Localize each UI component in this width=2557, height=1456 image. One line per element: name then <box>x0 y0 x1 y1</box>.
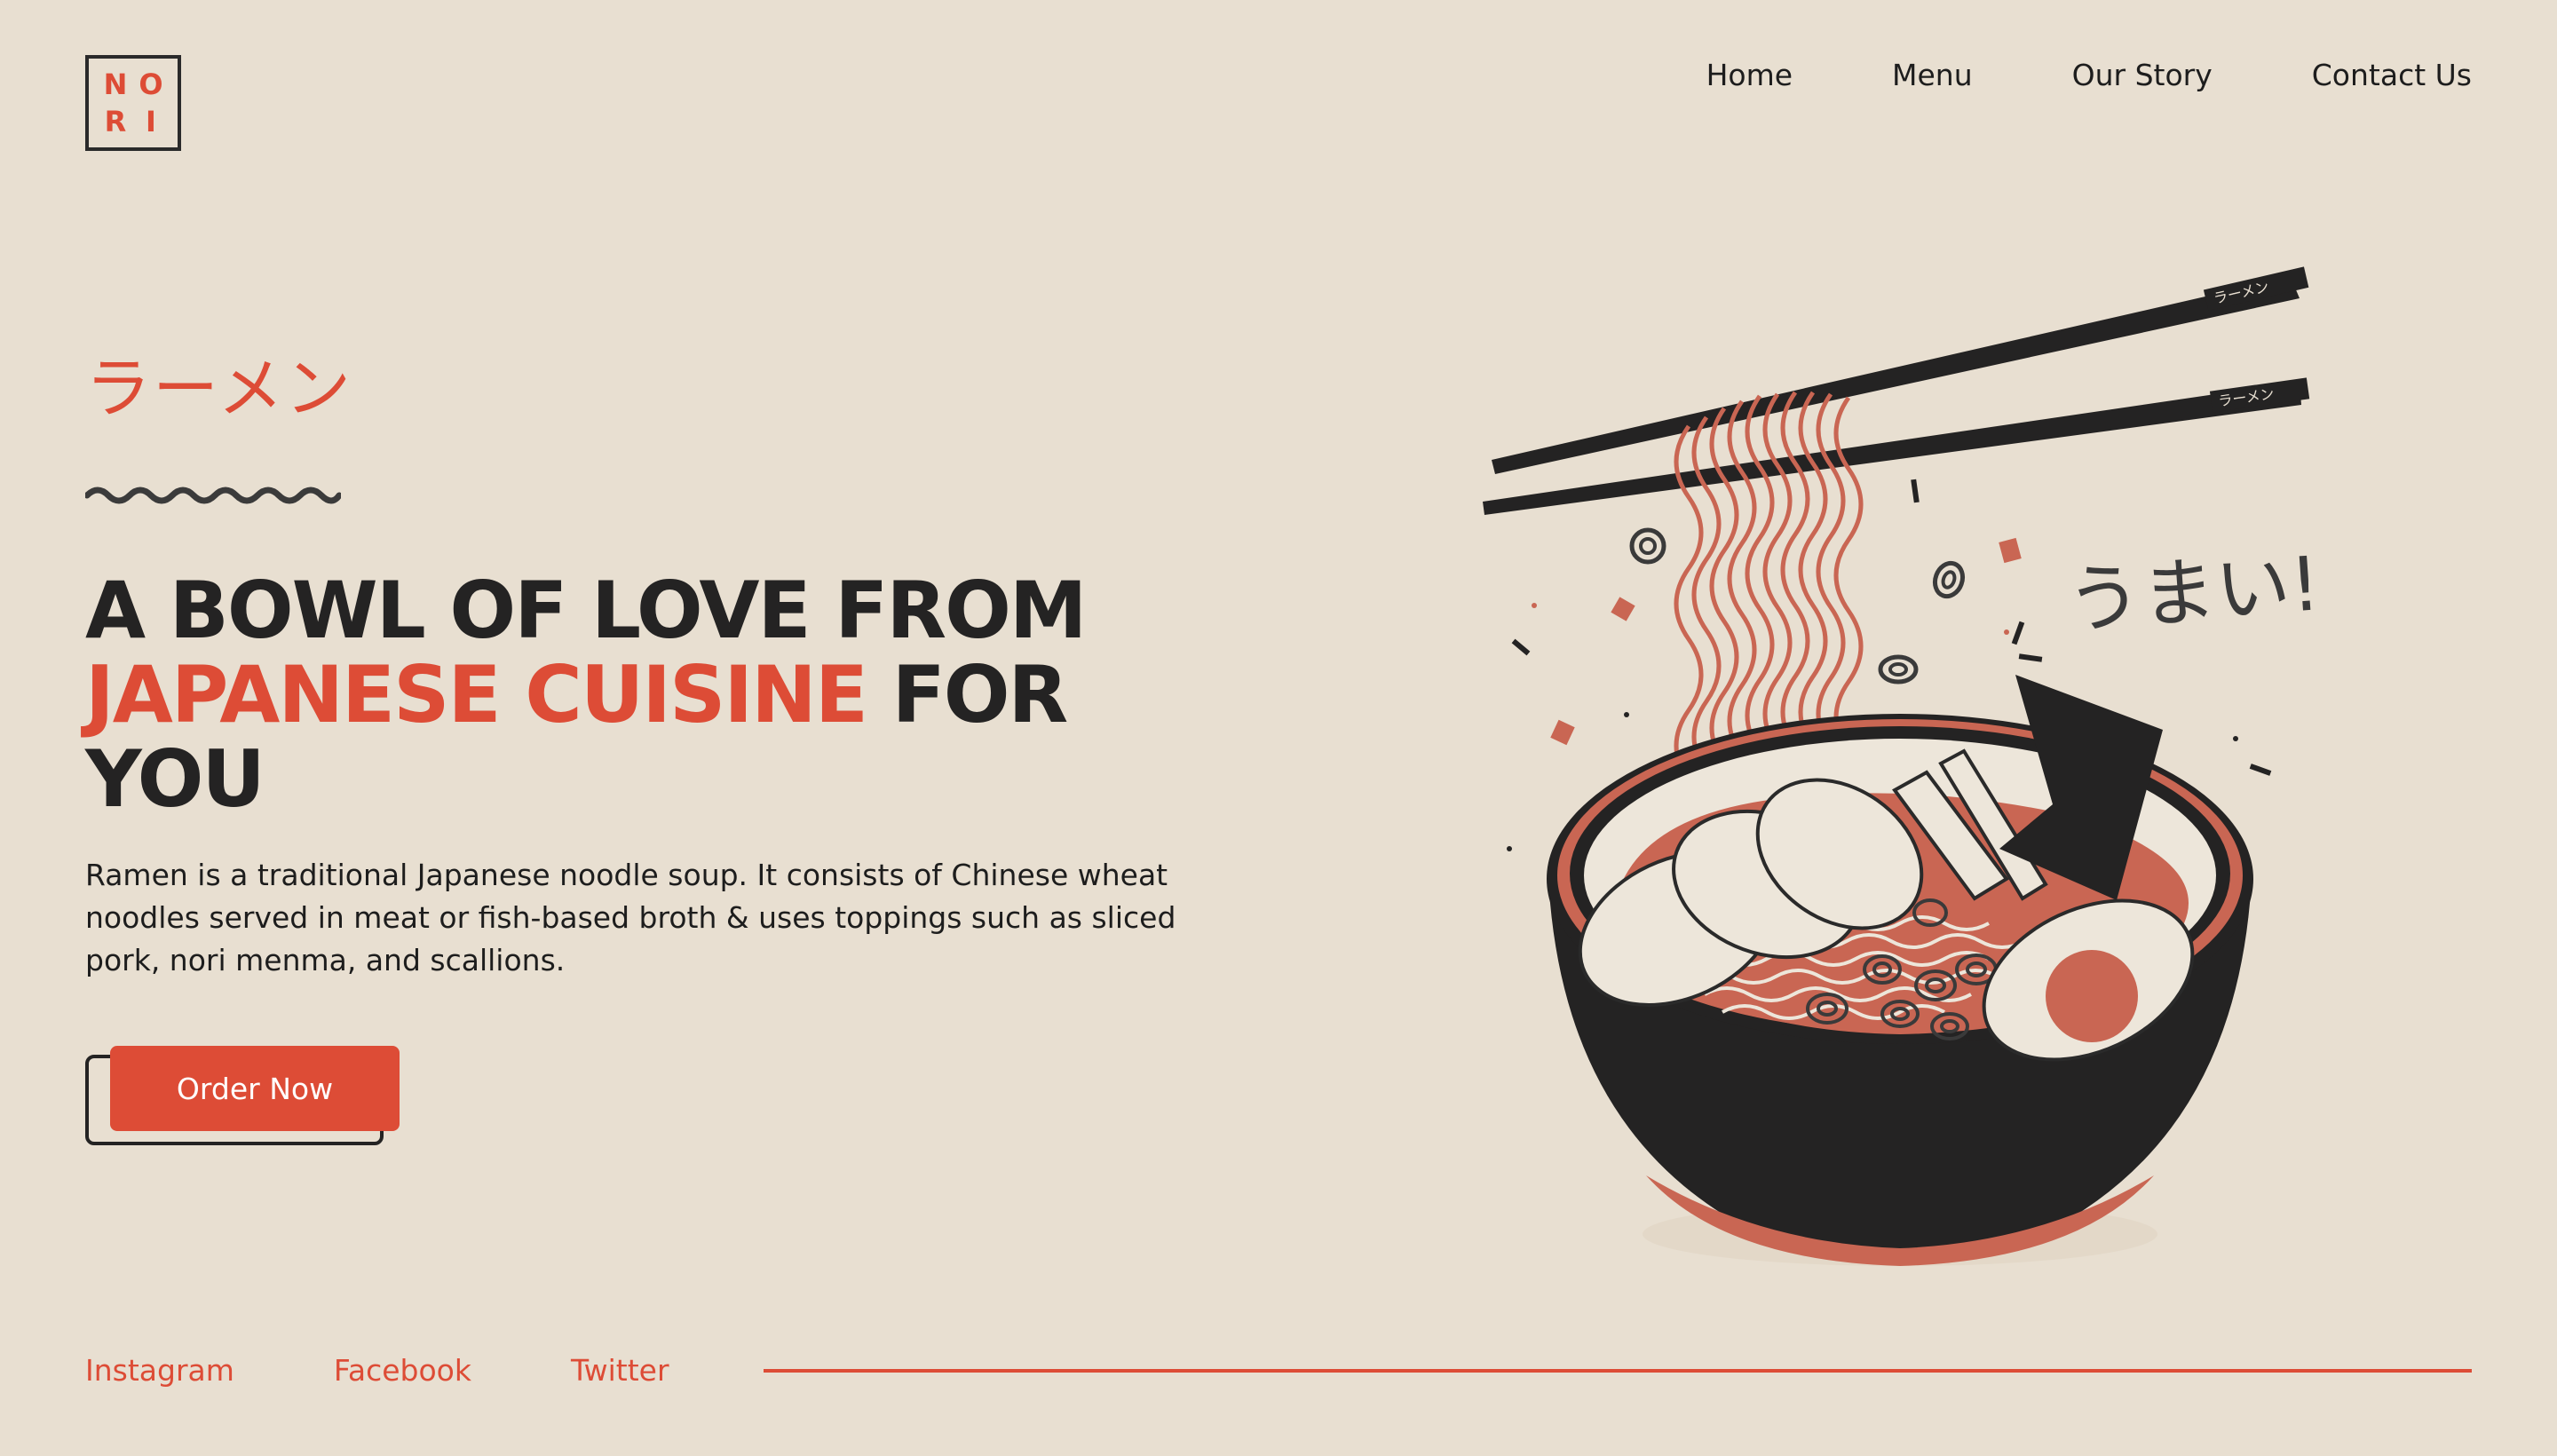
facebook-link[interactable]: Facebook <box>334 1349 471 1392</box>
instagram-link[interactable]: Instagram <box>85 1349 234 1392</box>
social-links: Instagram Facebook Twitter <box>85 1349 669 1392</box>
logo-letter: N <box>103 67 128 101</box>
logo-letter: O <box>139 67 163 101</box>
headline-accent: JAPANESE CUISINE <box>85 649 868 740</box>
chopsticks-icon: ラーメン ラーメン <box>1483 266 2310 515</box>
logo-letter: I <box>146 105 156 138</box>
nori-logo[interactable]: N O R I <box>85 55 181 151</box>
nav-menu[interactable]: Menu <box>1892 55 1973 96</box>
umai-exclamation: うまい! <box>2064 540 2323 645</box>
logo-letter: R <box>104 105 127 138</box>
nav-contact-us[interactable]: Contact Us <box>2312 55 2472 96</box>
main-nav: Home Menu Our Story Contact Us <box>1706 55 2472 96</box>
nav-home[interactable]: Home <box>1706 55 1793 96</box>
ramen-bowl <box>1547 675 2253 1266</box>
order-now-cta: Order Now <box>85 1046 405 1151</box>
hero-japanese-title: ラーメン <box>85 351 353 427</box>
twitter-link[interactable]: Twitter <box>571 1349 669 1392</box>
order-now-button[interactable]: Order Now <box>110 1046 400 1131</box>
footer-divider <box>764 1369 2472 1373</box>
wave-divider-icon <box>85 487 341 504</box>
headline-line-1: A BOWL OF LOVE FROM <box>85 565 1087 656</box>
hero-description: Ramen is a traditional Japanese noodle s… <box>85 858 1176 977</box>
ramen-bowl-illustration: ラーメン ラーメン うまい! <box>1483 266 2323 1266</box>
hero-headline: A BOWL OF LOVE FROM JAPANESE CUISINE FOR … <box>85 568 1151 821</box>
nav-our-story[interactable]: Our Story <box>2072 55 2213 96</box>
